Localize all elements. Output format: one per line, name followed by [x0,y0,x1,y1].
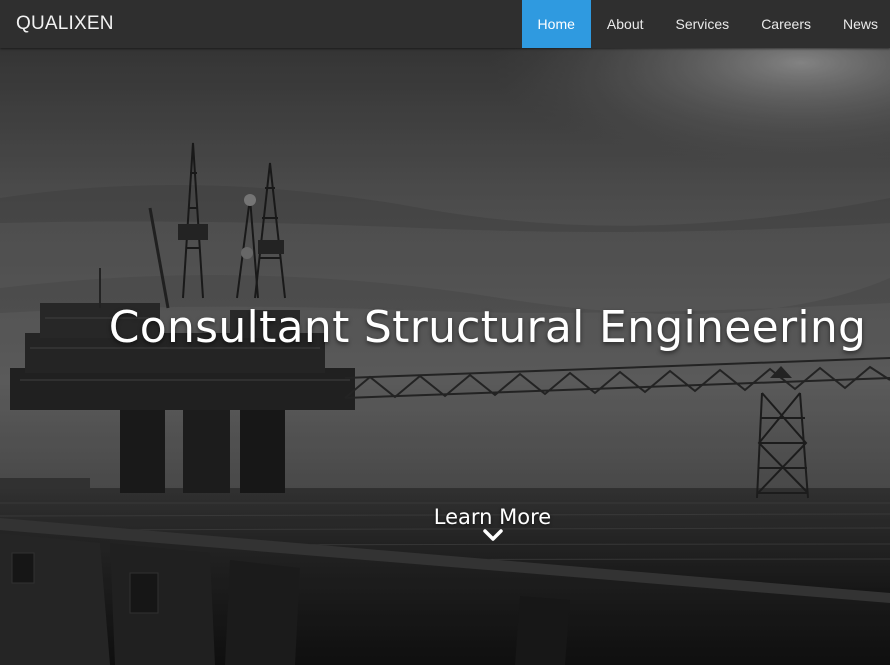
nav-about[interactable]: About [591,0,660,48]
brand-logo-link[interactable]: QUALIXEN [16,0,114,48]
hero-headline: Consultant Structural Engineering [108,302,867,353]
main-nav: Home About Services Careers News [521,0,890,48]
nav-services[interactable]: Services [660,0,746,48]
hero-background [0,48,890,665]
top-navbar: QUALIXEN Home About Services Careers New… [0,0,890,48]
nav-careers[interactable]: Careers [745,0,827,48]
offshore-platform-image [0,48,890,665]
nav-news[interactable]: News [827,0,890,48]
learn-more-label: Learn More [433,505,552,529]
learn-more-button[interactable]: Learn More [0,504,890,542]
page: QUALIXEN Home About Services Careers New… [0,0,890,665]
nav-home[interactable]: Home [521,0,591,48]
chevron-down-icon [482,529,503,541]
